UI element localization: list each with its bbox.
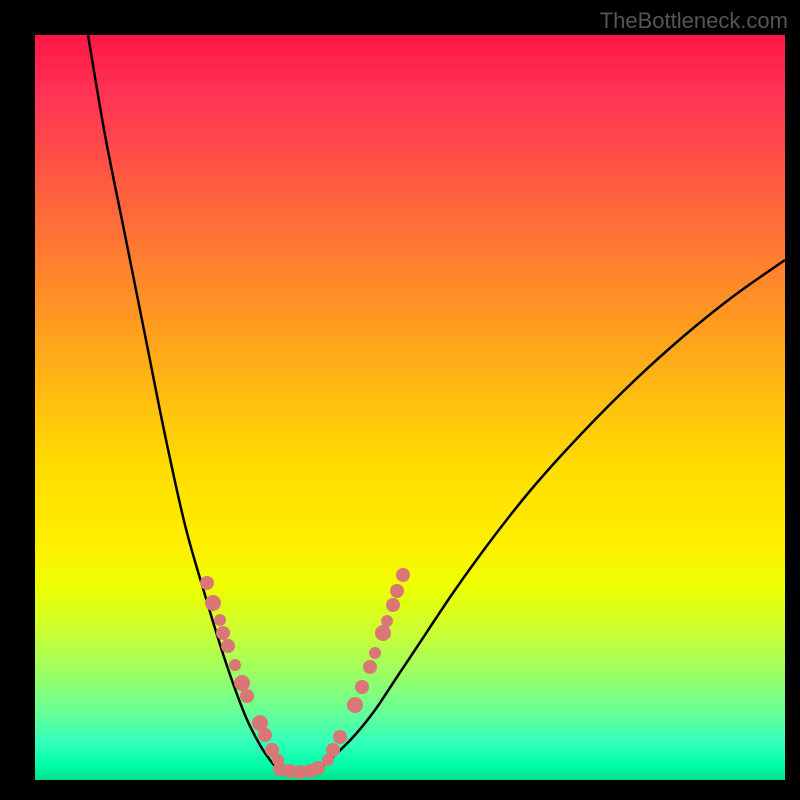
chart-svg	[35, 35, 785, 780]
data-dot	[390, 584, 404, 598]
data-dot	[347, 697, 363, 713]
data-dot	[381, 615, 393, 627]
data-dots-group	[200, 568, 410, 779]
data-dot	[221, 639, 235, 653]
right-curve-path	[315, 260, 785, 772]
data-dot	[333, 730, 347, 744]
watermark-text: TheBottleneck.com	[600, 8, 788, 34]
data-dot	[258, 728, 272, 742]
data-dot	[200, 576, 214, 590]
data-dot	[234, 675, 250, 691]
left-curve-path	[88, 35, 280, 772]
data-dot	[396, 568, 410, 582]
data-dot	[369, 647, 381, 659]
data-dot	[240, 689, 254, 703]
data-dot	[363, 660, 377, 674]
data-dot	[375, 625, 391, 641]
chart-plot-area	[35, 35, 785, 780]
data-dot	[216, 626, 230, 640]
data-dot	[214, 614, 226, 626]
data-dot	[326, 743, 340, 757]
data-dot	[205, 595, 221, 611]
data-dot	[386, 598, 400, 612]
data-dot	[355, 680, 369, 694]
data-dot	[229, 659, 241, 671]
